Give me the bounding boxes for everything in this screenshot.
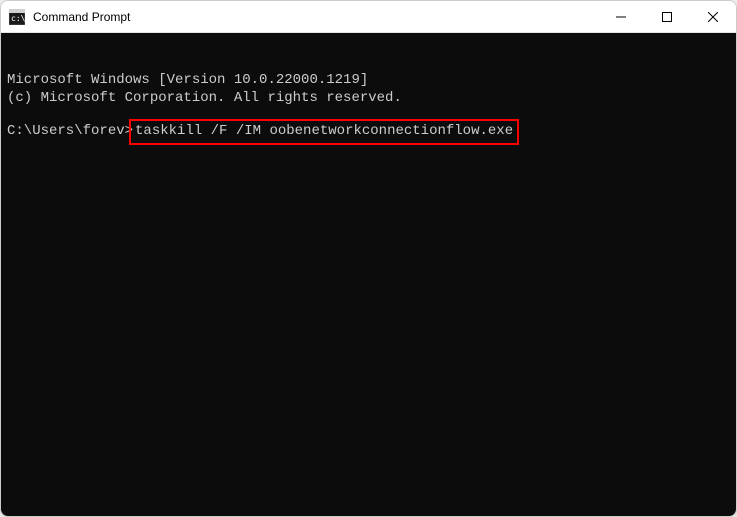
- window-title: Command Prompt: [33, 10, 598, 24]
- version-line: Microsoft Windows [Version 10.0.22000.12…: [7, 72, 730, 90]
- command-prompt-window: c:\ Command Prompt Micro: [0, 0, 737, 517]
- command-highlight: taskkill /F /IM oobenetworkconnectionflo…: [129, 119, 519, 145]
- copyright-line: (c) Microsoft Corporation. All rights re…: [7, 90, 730, 108]
- minimize-icon: [616, 12, 626, 22]
- terminal-output[interactable]: Microsoft Windows [Version 10.0.22000.12…: [1, 33, 736, 516]
- titlebar[interactable]: c:\ Command Prompt: [1, 1, 736, 33]
- maximize-button[interactable]: [644, 1, 690, 33]
- prompt-text: C:\Users\forev>: [7, 123, 133, 139]
- close-icon: [708, 12, 718, 22]
- close-button[interactable]: [690, 1, 736, 33]
- svg-text:c:\: c:\: [11, 14, 25, 23]
- maximize-icon: [662, 12, 672, 22]
- cmd-icon: c:\: [9, 9, 25, 25]
- command-text: taskkill /F /IM oobenetworkconnectionflo…: [135, 123, 513, 139]
- window-controls: [598, 1, 736, 32]
- minimize-button[interactable]: [598, 1, 644, 33]
